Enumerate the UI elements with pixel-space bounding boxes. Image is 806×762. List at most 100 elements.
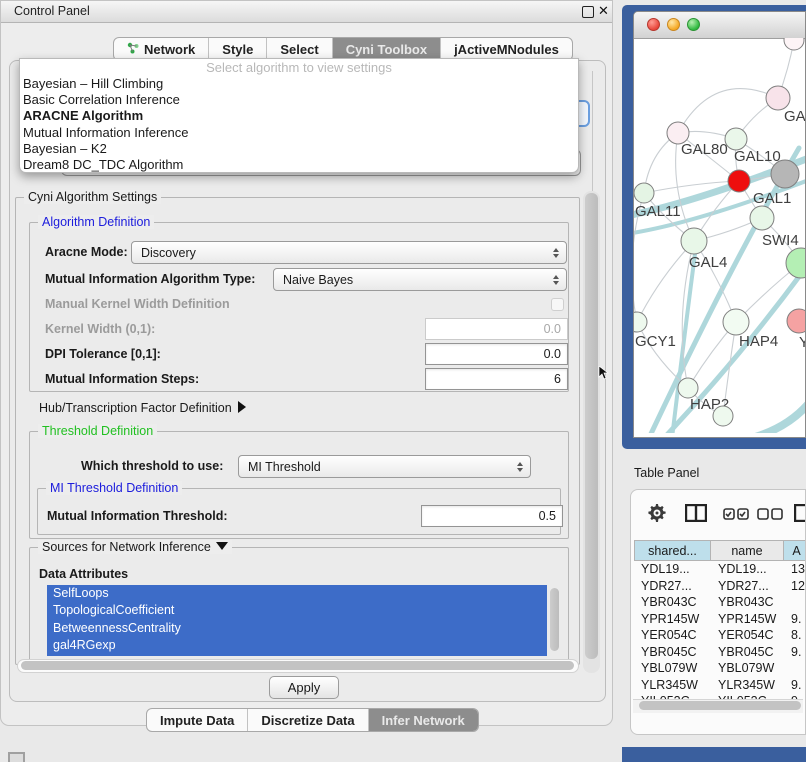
control-panel-titlebar[interactable]: Control Panel ✕ — [1, 1, 612, 23]
group-title: MI Threshold Definition — [46, 481, 182, 495]
table-header-cell[interactable]: shared... — [634, 540, 711, 561]
minimize-traffic-light-icon[interactable] — [667, 18, 680, 31]
network-node[interactable] — [723, 309, 749, 335]
network-edge-thick[interactable] — [752, 394, 806, 433]
table-row[interactable]: YER054CYER054C8. — [634, 627, 806, 644]
tab-label: Cyni Toolbox — [346, 42, 427, 57]
table-cell: YER054C — [711, 627, 784, 644]
field-value: 0.0 — [544, 322, 561, 336]
network-node[interactable] — [728, 170, 750, 192]
table-row[interactable]: YDL19...YDL19...13 — [634, 561, 806, 578]
algorithm-option[interactable]: Dream8 DC_TDC Algorithm — [20, 157, 578, 173]
manual-kernel-width-label: Manual Kernel Width Definition — [45, 296, 230, 313]
network-node[interactable] — [750, 206, 774, 230]
tab-label: jActiveMNodules — [454, 42, 559, 57]
combo-value: Naive Bayes — [283, 273, 353, 287]
algorithm-option[interactable]: Bayesian – Hill Climbing — [20, 76, 578, 92]
table-cell: YBL079W — [634, 660, 711, 677]
unchecked-boxes-icon[interactable] — [757, 507, 783, 525]
which-threshold-combo[interactable]: MI Threshold — [238, 455, 531, 478]
checked-boxes-icon[interactable] — [723, 507, 749, 525]
data-attribute-item[interactable]: gal4RGexp — [47, 637, 547, 654]
network-node-label: HAP4 — [739, 333, 778, 350]
network-window-frame[interactable]: GALGAL80GAL10GAL1GAL11SWI4GAL4GCY1HAP4YH… — [622, 5, 806, 449]
network-canvas[interactable]: GALGAL80GAL10GAL1GAL11SWI4GAL4GCY1HAP4YH… — [634, 38, 806, 433]
lower-window-edge — [622, 747, 806, 762]
network-node[interactable] — [678, 378, 698, 398]
tab-label: Network — [144, 42, 195, 57]
network-node[interactable] — [786, 248, 806, 278]
network-node[interactable] — [766, 86, 790, 110]
data-attribute-item[interactable]: BetweennessCentrality — [47, 620, 547, 637]
tab-impute-data[interactable]: Impute Data — [147, 709, 248, 731]
network-node[interactable] — [634, 312, 647, 332]
apply-button[interactable]: Apply — [269, 676, 339, 699]
network-edge-thick[interactable] — [664, 270, 804, 433]
table-header-row: shared...nameA — [634, 540, 806, 561]
float-window-icon[interactable] — [582, 6, 594, 18]
table-cell: 12 — [784, 578, 806, 595]
zoom-traffic-light-icon[interactable] — [687, 18, 700, 31]
tab-style[interactable]: Style — [209, 38, 267, 60]
table-header-cell[interactable]: A — [784, 540, 806, 561]
close-icon[interactable]: ✕ — [598, 3, 609, 19]
network-node[interactable] — [771, 160, 799, 188]
bottom-left-widget[interactable] — [8, 752, 25, 762]
kernel-width-field[interactable]: 0.0 — [425, 318, 568, 340]
algorithm-option[interactable]: ARACNE Algorithm — [20, 108, 578, 124]
hub-transcription-toggle[interactable]: Hub/Transcription Factor Definition — [39, 401, 246, 415]
tab-jactivemnodules[interactable]: jActiveMNodules — [441, 38, 572, 60]
network-node-label: Y — [799, 334, 806, 351]
table-header-cell[interactable]: name — [711, 540, 784, 561]
table-rows: YDL19...YDL19...13YDR27...YDR27...12YBR0… — [634, 561, 806, 701]
network-node[interactable] — [713, 406, 733, 426]
table-cell: YDR27... — [711, 578, 784, 595]
table-row[interactable]: YDR27...YDR27...12 — [634, 578, 806, 595]
mi-algorithm-type-combo[interactable]: Naive Bayes — [273, 268, 567, 291]
network-node[interactable] — [787, 309, 806, 333]
algorithm-dropdown-hint: Select algorithm to view settings — [20, 60, 578, 76]
mi-steps-field[interactable]: 6 — [425, 368, 568, 390]
table-hscrollbar-thumb[interactable] — [639, 701, 801, 710]
tab-network[interactable]: Network — [114, 38, 209, 60]
network-node[interactable] — [784, 38, 804, 50]
expand-right-icon — [238, 401, 246, 413]
tab-discretize-data[interactable]: Discretize Data — [248, 709, 368, 731]
settings-hscrollbar-thumb[interactable] — [21, 661, 574, 670]
tab-infer-network[interactable]: Infer Network — [369, 709, 478, 731]
sources-toggle[interactable]: Sources for Network Inference — [38, 540, 232, 554]
data-attributes-list[interactable]: SelfLoopsTopologicalCoefficientBetweenne… — [47, 585, 547, 656]
sources-title: Sources for Network Inference — [42, 540, 211, 554]
tab-select[interactable]: Select — [267, 38, 332, 60]
dpi-tolerance-field[interactable]: 0.0 — [425, 343, 568, 365]
tab-cyni-toolbox[interactable]: Cyni Toolbox — [333, 38, 441, 60]
kernel-width-label: Kernel Width (0,1): — [45, 318, 155, 340]
data-attribute-item[interactable]: SelfLoops — [47, 585, 547, 602]
partial-toolbar-icon[interactable] — [794, 504, 806, 527]
data-attribute-item[interactable]: TopologicalCoefficient — [47, 602, 547, 619]
attributes-list-scrollbar[interactable] — [550, 588, 559, 651]
algorithm-option[interactable]: Mutual Information Inference — [20, 125, 578, 141]
mi-threshold-field[interactable]: 0.5 — [421, 505, 563, 527]
table-row[interactable]: YLR345WYLR345W9. — [634, 677, 806, 694]
table-row[interactable]: YBR043CYBR043C — [634, 594, 806, 611]
table-row[interactable]: YPR145WYPR145W9. — [634, 611, 806, 628]
network-window-titlebar[interactable] — [634, 12, 806, 39]
table-row[interactable]: YBL079WYBL079W — [634, 660, 806, 677]
network-node[interactable] — [681, 228, 707, 254]
network-edge[interactable] — [678, 89, 778, 133]
combo-arrows-icon — [553, 275, 559, 285]
algorithm-option[interactable]: Basic Correlation Inference — [20, 92, 578, 108]
network-node[interactable] — [725, 128, 747, 150]
split-columns-icon[interactable] — [685, 504, 707, 527]
close-traffic-light-icon[interactable] — [647, 18, 660, 31]
aracne-mode-combo[interactable]: Discovery — [131, 241, 567, 264]
algorithm-option[interactable]: Bayesian – K2 — [20, 141, 578, 157]
gear-icon[interactable] — [647, 503, 667, 528]
network-node[interactable] — [634, 183, 654, 203]
settings-vscrollbar-thumb[interactable] — [585, 193, 598, 659]
table-row[interactable]: YBR045CYBR045C9. — [634, 644, 806, 661]
table-cell: 9. — [784, 677, 806, 694]
manual-kernel-width-checkbox[interactable] — [551, 298, 564, 311]
table-cell: YBL079W — [711, 660, 784, 677]
